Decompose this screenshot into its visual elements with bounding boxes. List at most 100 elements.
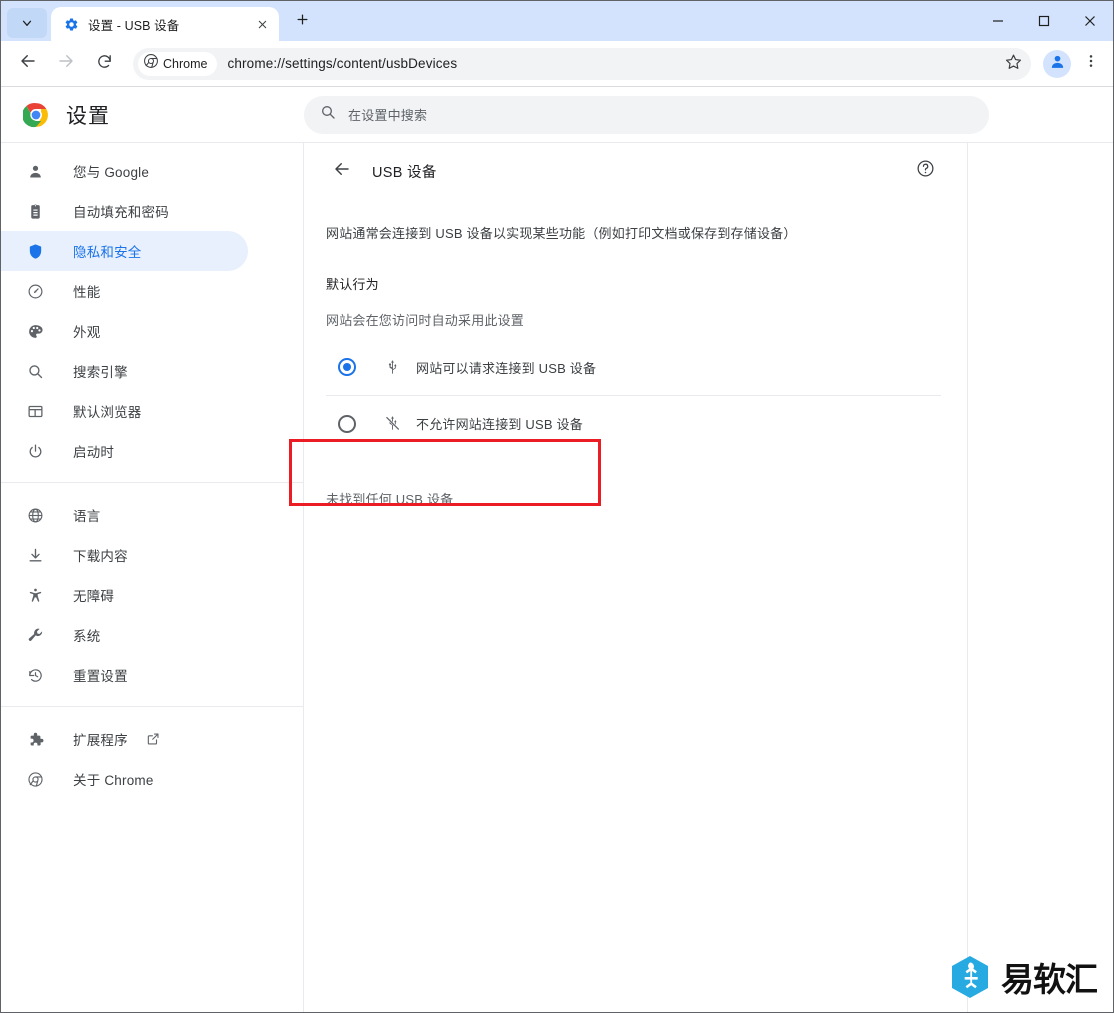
default-behavior-subtitle: 网站会在您访问时自动采用此设置 bbox=[326, 313, 525, 328]
speedometer-icon bbox=[25, 281, 45, 301]
sidebar-item-label: 自动填充和密码 bbox=[73, 205, 169, 220]
subpage-back-button[interactable] bbox=[326, 155, 358, 187]
sidebar-item-languages[interactable]: 语言 bbox=[1, 495, 248, 535]
radio-option-block[interactable]: 不允许网站连接到 USB 设备 bbox=[326, 395, 942, 451]
shield-icon bbox=[25, 241, 45, 261]
puzzle-icon bbox=[25, 729, 45, 749]
forward-button[interactable] bbox=[50, 48, 82, 80]
help-circle-icon bbox=[916, 159, 935, 183]
address-bar[interactable]: Chrome chrome://settings/content/usbDevi… bbox=[133, 47, 1031, 80]
sidebar-item-you-and-google[interactable]: 您与 Google bbox=[1, 151, 248, 191]
chrome-logo bbox=[22, 102, 49, 128]
radio-button-unselected[interactable] bbox=[338, 414, 356, 433]
window-controls bbox=[975, 1, 1113, 41]
browser-toolbar: Chrome chrome://settings/content/usbDevi… bbox=[1, 41, 1113, 86]
sidebar-item-label: 语言 bbox=[73, 509, 101, 524]
sidebar-item-about-chrome[interactable]: 关于 Chrome bbox=[1, 759, 248, 799]
sidebar-item-label: 扩展程序 bbox=[73, 733, 128, 748]
sidebar-item-extensions[interactable]: 扩展程序 bbox=[1, 719, 248, 759]
minimize-button[interactable] bbox=[975, 1, 1021, 41]
watermark-logo-icon bbox=[950, 955, 990, 999]
maximize-button[interactable] bbox=[1021, 1, 1067, 41]
sidebar-item-appearance[interactable]: 外观 bbox=[1, 311, 248, 351]
usb-description: 网站通常会连接到 USB 设备以实现某些功能（例如打印文档或保存到存储设备） bbox=[326, 226, 797, 241]
sidebar-item-accessibility[interactable]: 无障碍 bbox=[1, 575, 248, 615]
usb-off-icon bbox=[382, 414, 402, 434]
sidebar-item-label: 下载内容 bbox=[73, 549, 128, 564]
bookmark-button[interactable] bbox=[997, 47, 1029, 80]
search-placeholder: 在设置中搜索 bbox=[348, 108, 428, 123]
sidebar-item-downloads[interactable]: 下载内容 bbox=[1, 535, 248, 575]
clipboard-icon bbox=[25, 201, 45, 221]
reload-button[interactable] bbox=[88, 48, 120, 80]
sidebar-item-autofill[interactable]: 自动填充和密码 bbox=[1, 191, 248, 231]
reload-icon bbox=[96, 53, 113, 75]
browser-window: 设置 - USB 设备 Chrome chrome://settings/con… bbox=[0, 0, 1114, 1013]
radio-option-ask[interactable]: 网站可以请求连接到 USB 设备 bbox=[326, 339, 941, 395]
arrow-left-icon bbox=[333, 160, 351, 183]
sidebar-item-label: 重置设置 bbox=[73, 669, 128, 684]
tab-settings[interactable]: 设置 - USB 设备 bbox=[51, 7, 279, 41]
watermark: 易软汇 bbox=[950, 953, 1098, 1001]
sidebar-item-system[interactable]: 系统 bbox=[1, 615, 248, 655]
profile-button[interactable] bbox=[1043, 49, 1071, 78]
chevron-down-icon bbox=[20, 16, 34, 30]
settings-body: 您与 Google 自动填充和密码 隐私和安全 性能 外观 搜索引擎 默认浏览器… bbox=[1, 143, 1113, 1012]
settings-header: 设置 在设置中搜索 bbox=[1, 87, 1113, 143]
right-empty-pane bbox=[968, 143, 1113, 1012]
person-icon bbox=[25, 161, 45, 181]
sidebar-item-privacy-security[interactable]: 隐私和安全 bbox=[1, 231, 248, 271]
tab-title: 设置 - USB 设备 bbox=[88, 18, 180, 33]
chrome-chip-label: Chrome bbox=[163, 56, 208, 71]
sidebar-item-default-browser[interactable]: 默认浏览器 bbox=[1, 391, 248, 431]
sidebar-group-advanced: 语言 下载内容 无障碍 系统 重置设置 bbox=[1, 482, 303, 695]
chrome-icon bbox=[25, 769, 45, 789]
sidebar-item-on-startup[interactable]: 启动时 bbox=[1, 431, 248, 471]
sidebar-item-label: 性能 bbox=[73, 285, 101, 300]
sidebar-group-primary: 您与 Google 自动填充和密码 隐私和安全 性能 外观 搜索引擎 默认浏览器… bbox=[1, 151, 303, 471]
three-dot-menu-icon bbox=[1083, 53, 1099, 74]
power-icon bbox=[25, 441, 45, 461]
tab-search-button[interactable] bbox=[7, 8, 47, 38]
sidebar-item-label: 无障碍 bbox=[73, 589, 115, 604]
accessibility-icon bbox=[25, 585, 45, 605]
chrome-icon bbox=[144, 54, 158, 73]
radio-button-selected[interactable] bbox=[338, 358, 356, 376]
usb-devices-panel: USB 设备 网站通常会连接到 USB 设备以实现某些功能（例如打印文档或保存到… bbox=[304, 143, 967, 508]
radio-option-label: 不允许网站连接到 USB 设备 bbox=[416, 417, 583, 432]
plus-icon bbox=[295, 12, 310, 32]
browser-menu-button[interactable] bbox=[1077, 48, 1105, 80]
sidebar-item-label: 系统 bbox=[73, 629, 101, 644]
history-restore-icon bbox=[25, 665, 45, 685]
default-behavior-title: 默认行为 bbox=[326, 277, 379, 292]
settings-search-wrap: 在设置中搜索 bbox=[304, 95, 1113, 134]
sidebar-group-footer: 扩展程序 关于 Chrome bbox=[1, 706, 303, 799]
settings-main: USB 设备 网站通常会连接到 USB 设备以实现某些功能（例如打印文档或保存到… bbox=[304, 143, 969, 1012]
help-button[interactable] bbox=[909, 155, 941, 187]
sidebar-item-search-engine[interactable]: 搜索引擎 bbox=[1, 351, 248, 391]
sidebar-item-label: 搜索引擎 bbox=[73, 365, 128, 380]
tab-close-button[interactable] bbox=[251, 13, 273, 35]
palette-icon bbox=[25, 321, 45, 341]
arrow-right-icon bbox=[57, 52, 75, 75]
usb-icon bbox=[382, 357, 402, 377]
radio-option-label: 网站可以请求连接到 USB 设备 bbox=[416, 360, 597, 376]
sidebar-item-reset-settings[interactable]: 重置设置 bbox=[1, 655, 248, 695]
wrench-icon bbox=[25, 625, 45, 645]
browser-window-icon bbox=[25, 401, 45, 421]
search-input[interactable]: 在设置中搜索 bbox=[304, 95, 989, 134]
back-button[interactable] bbox=[12, 48, 44, 80]
watermark-text: 易软汇 bbox=[1001, 960, 1098, 999]
new-tab-button[interactable] bbox=[287, 7, 317, 37]
usb-radio-group: 网站可以请求连接到 USB 设备 不允许网站连接到 USB 设备 bbox=[326, 339, 942, 451]
subpage-title: USB 设备 bbox=[372, 164, 437, 181]
sidebar-item-label: 关于 Chrome bbox=[73, 773, 154, 788]
sidebar-item-label: 外观 bbox=[73, 325, 101, 340]
close-button[interactable] bbox=[1067, 1, 1113, 41]
page-title: 设置 bbox=[66, 104, 110, 128]
sidebar-item-performance[interactable]: 性能 bbox=[1, 271, 248, 311]
globe-icon bbox=[25, 505, 45, 525]
address-bar-url: chrome://settings/content/usbDevices bbox=[227, 56, 458, 71]
account-icon bbox=[1049, 53, 1066, 75]
external-link-icon bbox=[146, 732, 160, 746]
